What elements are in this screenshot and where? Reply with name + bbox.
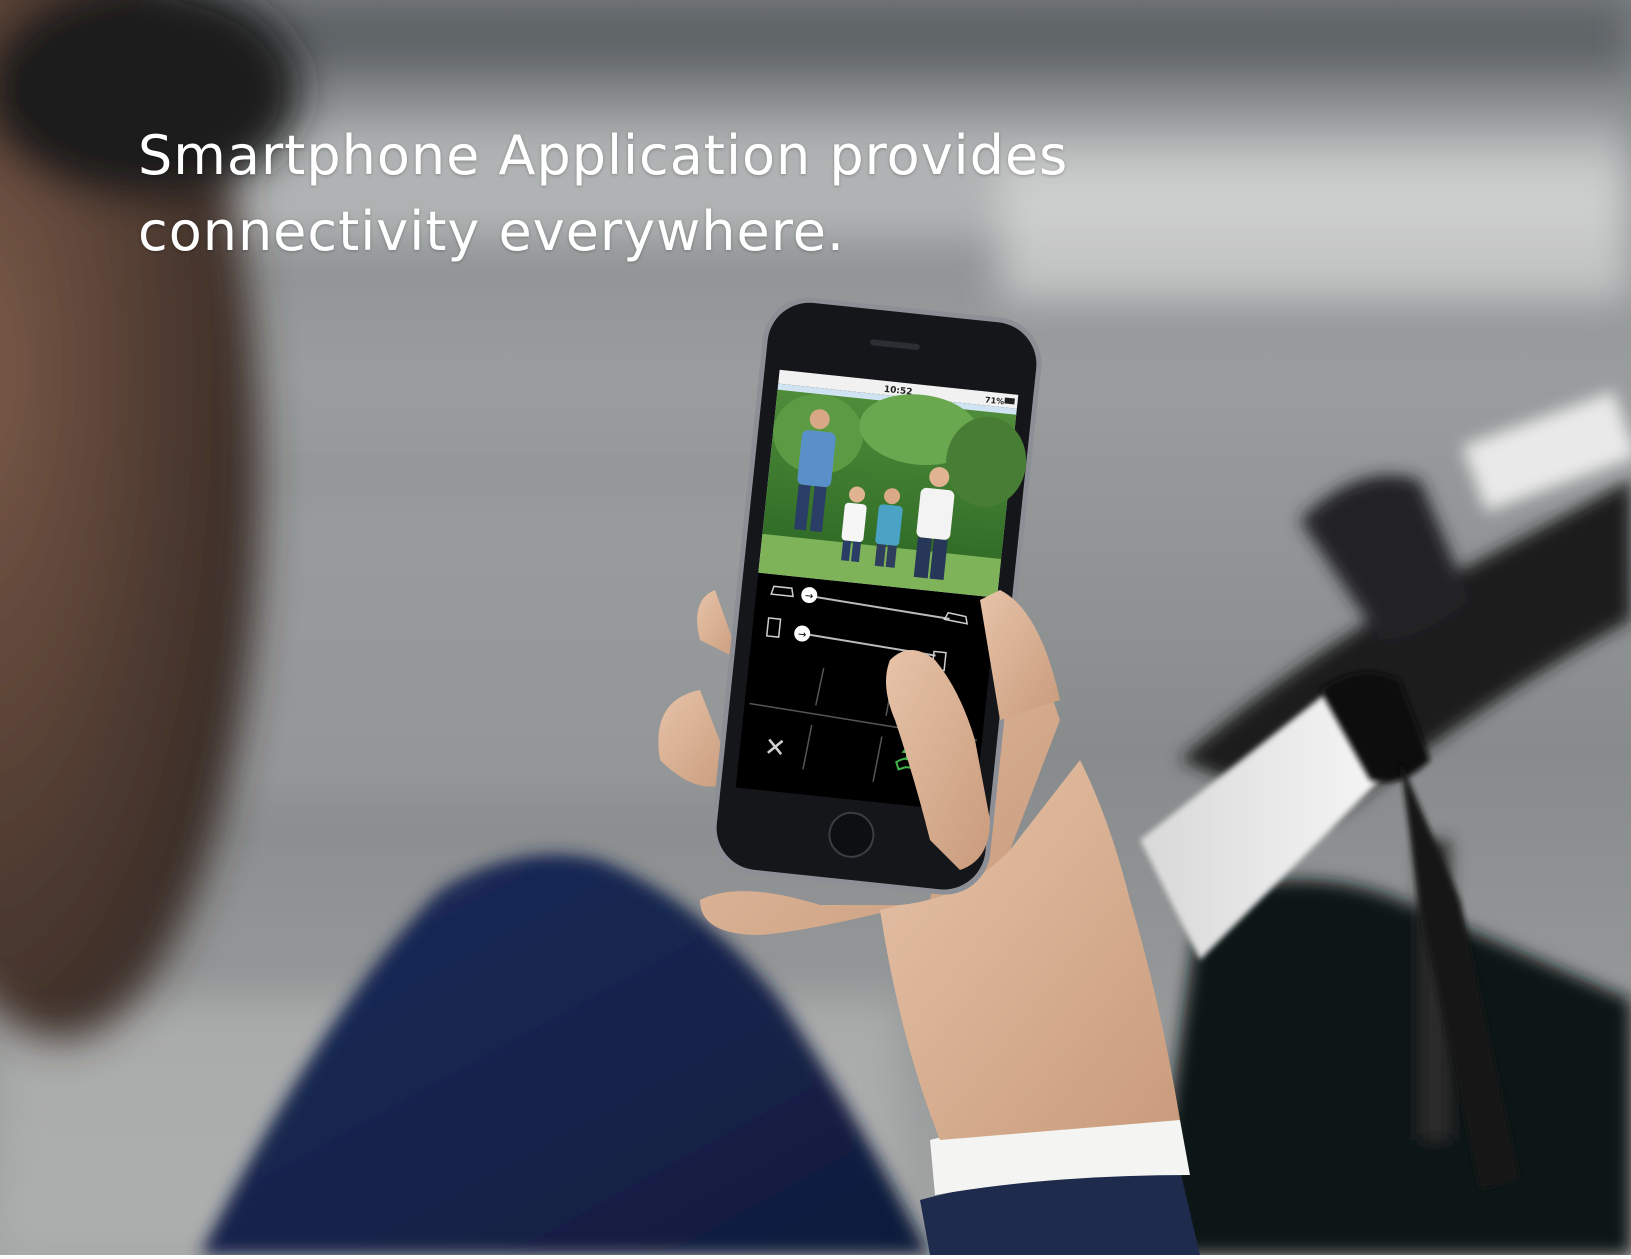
arrow-right-icon: → [797, 629, 806, 641]
headline-line-1: Smartphone Application provides [138, 124, 1069, 187]
arrow-right-icon: → [804, 591, 813, 603]
headline: Smartphone Application provides connecti… [138, 118, 1138, 270]
battery-icon [1004, 397, 1015, 405]
video-feed [758, 383, 1027, 598]
end-call-button[interactable]: ✕ [763, 732, 788, 764]
headline-line-2: connectivity everywhere. [138, 200, 846, 263]
